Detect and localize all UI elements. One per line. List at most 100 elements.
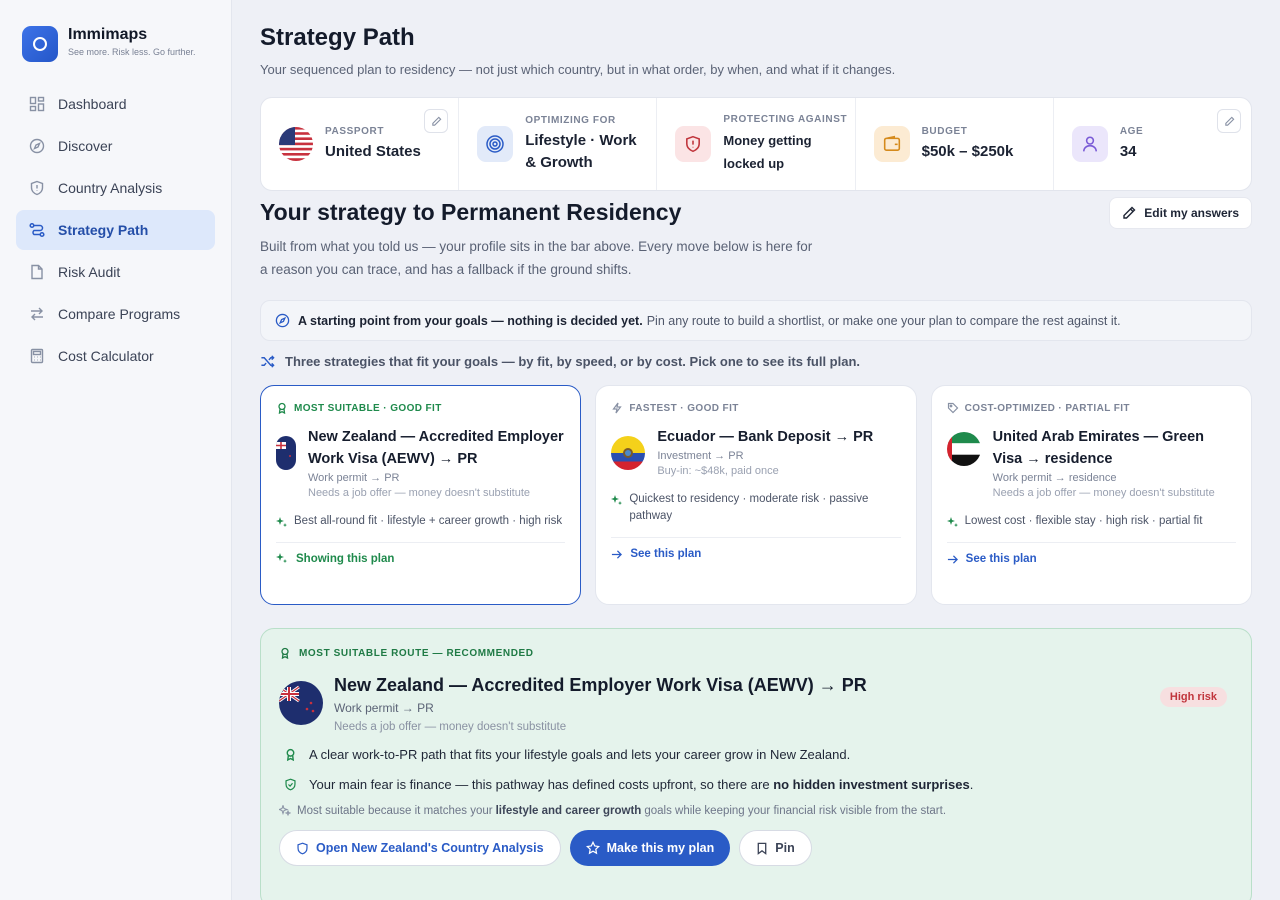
pencil-icon [1224,116,1234,126]
profile-bar: PASSPORT United States OPTIMIZING FOR Li… [260,97,1252,191]
edit-passport-button[interactable] [424,109,449,133]
app-logo-icon [22,26,58,62]
calculator-icon [28,347,46,365]
protecting-label: PROTECTING AGAINST [723,113,848,125]
sidebar-item-label: Strategy Path [58,222,149,238]
card-note: Needs a job offer — money doesn't substi… [308,487,531,499]
sparkle-icon [279,805,291,817]
strategy-card-ecuador[interactable]: FASTEST · GOOD FIT Ecuador — Bank Deposi… [595,385,917,605]
showing-this-plan-link[interactable]: Showing this plan [276,553,565,565]
card-type: Work permit → PR [308,472,400,484]
card-type: Work permit → residence [992,472,1117,484]
brand[interactable]: Immimaps See more. Risk less. Go further… [22,26,196,62]
sparkle-icon [276,517,287,527]
edit-answers-button[interactable]: Edit my answers [1109,197,1252,229]
age-value: 34 [1119,142,1137,160]
strategy-card-uae[interactable]: COST-OPTIMIZED · PARTIAL FIT United Arab… [930,385,1252,605]
sidebar-item-discover[interactable]: Discover [16,126,215,166]
protecting-value-line1: Money getting [723,132,812,148]
route-why: Most suitable because it matches your li… [279,805,1233,817]
sidebar-item-risk-audit[interactable]: Risk Audit [16,252,215,292]
see-this-plan-link[interactable]: See this plan [611,548,900,560]
edit-profile-button[interactable] [1217,109,1242,133]
optimizing-value-line1: Lifestyle · Work [525,131,637,149]
route-reason-text: Your main fear is finance — this pathway… [309,777,770,792]
button-label: Open New Zealand's Country Analysis [316,841,544,855]
card-tag: FASTEST · GOOD FIT [629,402,739,414]
card-fit: Best all-round fit · lifestyle + career … [294,515,563,527]
sidebar-item-label: Compare Programs [58,306,181,322]
route-reason: A clear work-to-PR path that fits your l… [284,747,1233,762]
route-note: Needs a job offer — money doesn't substi… [334,721,567,733]
passport-label: PASSPORT [325,125,385,137]
edit-answers-label: Edit my answers [1144,206,1239,220]
user-icon [1071,126,1108,162]
route-why-emphasis: lifestyle and career growth [495,805,642,817]
route-reason-text: A clear work-to-PR path that fits your l… [309,747,851,762]
grid-icon [28,95,46,113]
passport-value: United States [325,142,421,160]
new-zealand-flag-icon [279,681,323,725]
make-this-my-plan-button[interactable]: Make this my plan [569,830,731,866]
shield-icon [297,842,308,854]
sidebar-item-country-analysis[interactable]: Country Analysis [16,168,215,208]
route-why-text: Most suitable because it matches your [297,805,493,817]
sidebar-item-label: Discover [58,138,113,154]
route-why-end: goals while keeping your financial risk … [644,805,947,817]
notice-text: Pin any route to build a shortlist, or m… [646,313,1121,328]
recommended-route: MOST SUITABLE ROUTE — RECOMMENDED New Ze… [260,628,1252,900]
shuffle-icon [261,355,275,368]
sidebar-item-strategy-path[interactable]: Strategy Path [16,210,215,250]
route-reason-emphasis: no hidden investment surprises [773,777,970,792]
shield-check-icon [285,778,296,791]
sidebar-item-compare-programs[interactable]: Compare Programs [16,294,215,334]
route-type: Work permit → PR [334,701,434,715]
us-flag-icon [279,127,313,161]
app-name: Immimaps [68,26,148,43]
sidebar-item-dashboard[interactable]: Dashboard [16,84,215,124]
route-reason-end: . [969,777,974,792]
sparkle-icon [611,495,623,505]
compass-icon [275,313,290,328]
award-icon [278,402,286,414]
app-tagline: See more. Risk less. Go further. [68,47,196,57]
profile-age: AGE 34 [1054,98,1251,190]
profile-budget: BUDGET $50k – $250k [856,98,1054,190]
bookmark-icon [757,842,767,855]
arrow-right-icon [612,549,623,559]
sidebar-item-cost-calculator[interactable]: Cost Calculator [16,336,215,376]
button-label: Pin [775,841,795,855]
card-tag: MOST SUITABLE · GOOD FIT [294,402,442,414]
sidebar-nav: Dashboard Discover Country Analysis Stra… [16,84,215,378]
strategy-description: Built from what you told us — your profi… [260,239,813,277]
tag-icon [947,402,959,414]
see-this-plan-link[interactable]: See this plan [947,553,1236,565]
shield-icon [28,179,46,197]
optimizing-value-line2: & Growth [525,153,593,171]
sidebar: Immimaps See more. Risk less. Go further… [0,0,232,900]
pin-button[interactable]: Pin [739,830,812,866]
strategy-card-new-zealand[interactable]: MOST SUITABLE · GOOD FIT New Zealand — A… [260,385,582,605]
profile-optimizing: OPTIMIZING FOR Lifestyle · Work & Growth [459,98,658,190]
strategies-intro-text: Three strategies that fit your goals — b… [285,354,861,369]
card-link-label: See this plan [630,548,702,560]
page-title: Strategy Path [260,24,415,51]
sidebar-item-label: Dashboard [58,96,127,112]
route-reason: Your main fear is finance — this pathway… [284,777,1233,792]
button-label: Make this my plan [606,841,715,855]
card-title: New Zealand — Accredited Employer Work V… [308,429,564,467]
strategies-intro: Three strategies that fit your goals — b… [260,354,860,369]
age-label: AGE [1119,125,1144,137]
card-note: Buy-in: ~$48k, paid once [657,465,779,477]
card-type: Investment → PR [657,450,744,462]
notice-bold: A starting point from your goals — nothi… [298,313,643,328]
card-title: Ecuador — Bank Deposit → PR [657,429,874,445]
strategy-cards: MOST SUITABLE · GOOD FIT New Zealand — A… [260,385,1252,605]
card-tag: COST-OPTIMIZED · PARTIAL FIT [964,402,1130,414]
open-country-analysis-button[interactable]: Open New Zealand's Country Analysis [279,830,561,866]
budget-label: BUDGET [921,125,968,137]
protecting-value-line2: locked up [723,155,785,171]
route-icon [28,221,46,239]
lightning-icon [612,402,623,414]
swap-icon [28,305,46,323]
